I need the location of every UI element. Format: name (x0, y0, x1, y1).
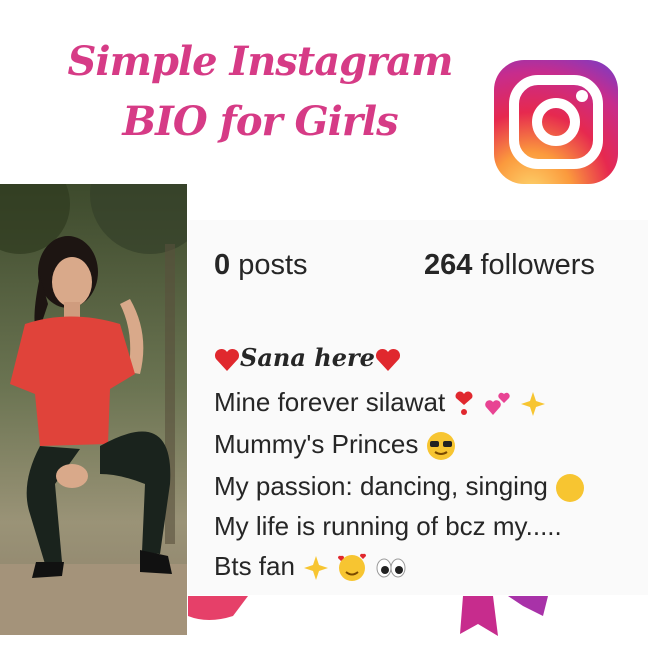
sparkles-icon (520, 392, 545, 417)
heart-exclamation-icon (455, 391, 473, 416)
posts-count: 0 (214, 249, 231, 281)
sparkles-icon (304, 556, 329, 581)
bio-line-1: Mine forever silawat (214, 386, 547, 418)
heart-icon (375, 348, 400, 371)
bio-line-2: Mummy's Princes (214, 428, 456, 461)
followers-stat[interactable]: 264 followers (424, 249, 595, 282)
posts-label: posts (230, 249, 308, 281)
decorative-ribbons (188, 596, 548, 636)
bio-line-5: Bts fan (214, 550, 407, 583)
eyes-icon (376, 558, 406, 578)
posts-stat: 0 posts (214, 249, 308, 282)
bio-name: Sana here (240, 343, 375, 372)
profile-photo (0, 184, 187, 635)
instagram-logo-icon (494, 60, 618, 184)
sunglasses-face-icon (426, 432, 455, 461)
bio-line-3-text: My passion: dancing, singing (214, 471, 548, 501)
bio-line-4: My life is running of bcz my..... (214, 510, 562, 542)
followers-count: 264 (424, 249, 473, 281)
bio-line-4-text: My life is running of bcz my..... (214, 511, 562, 541)
bio-line-5-text: Bts fan (214, 551, 295, 581)
bio-line-3: My passion: dancing, singing (214, 470, 585, 503)
bio-name-line: Sana here (214, 342, 401, 374)
bio-line-1-text: Mine forever silawat (214, 387, 446, 417)
followers-label: followers (472, 249, 595, 281)
heart-icon (214, 348, 240, 371)
title-line-1: Simple Instagram (67, 38, 454, 85)
two-hearts-icon (484, 392, 510, 416)
smiling-face-with-hearts-icon (338, 553, 367, 582)
smiling-face-icon (556, 474, 585, 503)
title-line-2: BIO for Girls (122, 98, 398, 145)
bio-line-2-text: Mummy's Princes (214, 429, 419, 459)
